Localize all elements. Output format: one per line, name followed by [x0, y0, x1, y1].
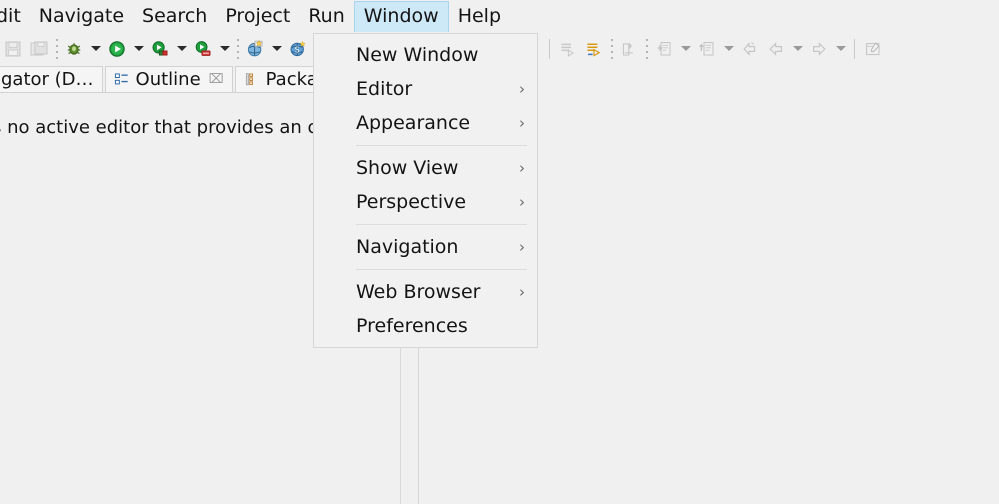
menu-edit[interactable]: dit — [0, 2, 30, 32]
open-task-icon — [651, 36, 677, 62]
menu-separator — [356, 224, 527, 225]
menu-item-perspective[interactable]: Perspective › — [314, 185, 537, 219]
menu-item-label: Appearance — [356, 112, 471, 134]
menu-item-editor[interactable]: Editor › — [314, 72, 537, 106]
forward-arrow-icon — [806, 36, 832, 62]
tab-outline[interactable]: Outline ⌧ — [104, 66, 233, 93]
submenu-chevron-icon: › — [519, 283, 525, 301]
open-task-dropdown-arrow[interactable] — [677, 36, 694, 62]
debug-dropdown-arrow[interactable] — [87, 36, 104, 62]
external-tools-dropdown-arrow[interactable] — [173, 36, 190, 62]
toolbar-drag-handle[interactable] — [52, 38, 61, 60]
menu-item-appearance[interactable]: Appearance › — [314, 106, 537, 140]
server-dropdown-arrow[interactable] — [216, 36, 233, 62]
run-external-tools-icon[interactable] — [147, 36, 173, 62]
menu-window[interactable]: Window — [353, 1, 449, 32]
menu-item-label: Web Browser — [356, 281, 481, 303]
run-play-icon[interactable] — [104, 36, 130, 62]
menu-help[interactable]: Help — [449, 2, 510, 32]
run-dropdown-arrow[interactable] — [130, 36, 147, 62]
open-type-icon — [616, 36, 642, 62]
menu-item-label: Preferences — [356, 315, 468, 337]
submenu-chevron-icon: › — [519, 238, 525, 256]
menu-run[interactable]: Run — [299, 2, 353, 32]
back-dropdown-arrow[interactable] — [789, 36, 806, 62]
menu-item-web-browser[interactable]: Web Browser › — [314, 275, 537, 309]
toolbar-drag-handle[interactable] — [607, 38, 616, 60]
toolbar-separator — [544, 36, 555, 62]
toolbar-drag-handle[interactable] — [233, 38, 242, 60]
back-history-icon — [763, 36, 789, 62]
back-arrow-icon — [737, 36, 763, 62]
window-menu-dropdown: New Window Editor › Appearance › Show View › Pe… — [313, 33, 538, 348]
outline-icon — [114, 72, 130, 88]
menu-bar: dit Navigate Search Project Run Window Help — [0, 0, 999, 33]
submenu-chevron-icon: › — [519, 193, 525, 211]
menu-item-navigation[interactable]: Navigation › — [314, 230, 537, 264]
menu-item-label: Perspective — [356, 191, 467, 213]
menu-item-label: Navigation — [356, 236, 459, 258]
menu-navigate[interactable]: Navigate — [30, 2, 133, 32]
submenu-chevron-icon: › — [519, 114, 525, 132]
close-icon[interactable]: ⌧ — [209, 73, 224, 86]
last-edit-dropdown-arrow[interactable] — [720, 36, 737, 62]
pin-editor-icon — [860, 36, 886, 62]
save-icon — [0, 36, 26, 62]
toolbar-separator — [849, 36, 860, 62]
menu-separator — [356, 269, 527, 270]
menu-item-new-window[interactable]: New Window — [314, 38, 537, 72]
menu-item-label: New Window — [356, 44, 479, 66]
menu-item-show-view[interactable]: Show View › — [314, 151, 537, 185]
previous-annotation-icon[interactable] — [581, 36, 607, 62]
new-wizard-dropdown-arrow[interactable] — [268, 36, 285, 62]
submenu-chevron-icon: › — [519, 80, 525, 98]
menu-item-label: Editor — [356, 78, 413, 100]
tab-navigator[interactable]: gator (D… — [0, 66, 103, 93]
debug-bug-icon[interactable] — [61, 36, 87, 62]
menu-item-preferences[interactable]: Preferences — [314, 309, 537, 343]
next-annotation-icon — [555, 36, 581, 62]
menu-item-label: Show View — [356, 157, 459, 179]
tab-label: Outline — [135, 69, 201, 90]
tab-label: gator (D… — [1, 69, 94, 90]
last-edit-location-icon — [694, 36, 720, 62]
run-server-icon[interactable] — [190, 36, 216, 62]
svg-text:S: S — [295, 45, 300, 54]
eclipse-window: dit Navigate Search Project Run Window Help S … — [0, 0, 999, 504]
menu-search[interactable]: Search — [133, 2, 216, 32]
save-all-icon — [26, 36, 52, 62]
submenu-chevron-icon: › — [519, 159, 525, 177]
menu-separator — [356, 145, 527, 146]
forward-dropdown-arrow[interactable] — [832, 36, 849, 62]
search-globe-icon[interactable]: S — [285, 36, 311, 62]
outline-empty-message: s no active editor that provides an ou — [0, 117, 330, 138]
menu-project[interactable]: Project — [216, 2, 299, 32]
toolbar-drag-handle[interactable] — [642, 38, 651, 60]
new-wizard-icon[interactable] — [242, 36, 268, 62]
package-explorer-icon — [244, 72, 260, 88]
